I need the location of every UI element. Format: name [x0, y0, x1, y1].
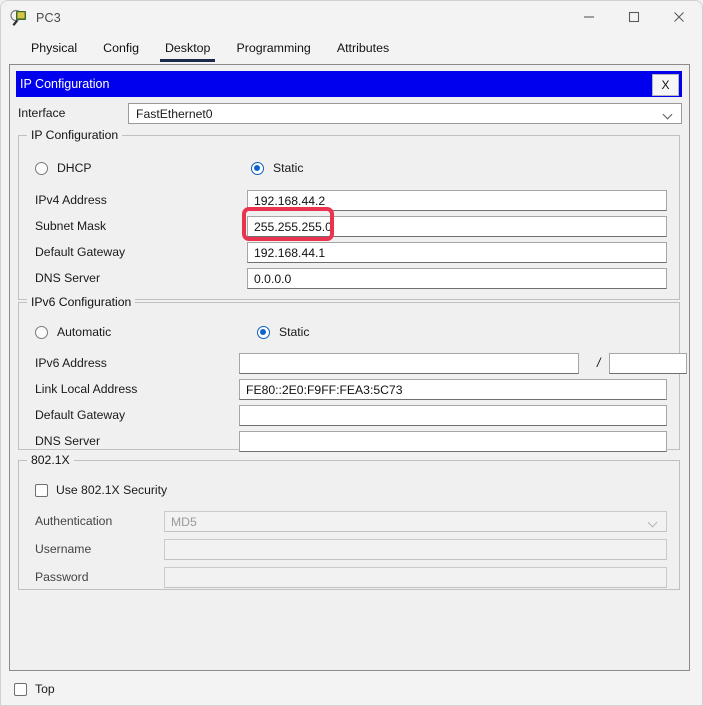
static-radio[interactable]: Static: [251, 161, 303, 175]
tab-config[interactable]: Config: [90, 38, 152, 62]
ipv4-dns-server-input[interactable]: 0.0.0.0: [247, 268, 667, 289]
packet-tracer-pc-icon: [10, 9, 28, 27]
password-row: Password: [19, 567, 679, 589]
dhcp-radio[interactable]: DHCP: [35, 161, 92, 175]
ipv6-default-gateway-label: Default Gateway: [35, 408, 125, 422]
tab-desktop[interactable]: Desktop: [152, 38, 223, 62]
ipv6-default-gateway-row: Default Gateway: [19, 405, 679, 427]
tab-physical[interactable]: Physical: [18, 38, 90, 62]
ipv6-static-label: Static: [279, 325, 309, 339]
ipv6-static-radio[interactable]: Static: [257, 325, 309, 339]
ipv4-default-gateway-value: 192.168.44.1: [254, 246, 325, 260]
ipv4-group-title: IP Configuration: [27, 128, 122, 142]
ipv6-dns-server-label: DNS Server: [35, 434, 100, 448]
username-row: Username: [19, 539, 679, 561]
chevron-down-icon: [664, 111, 673, 116]
ipv4-dns-server-row: DNS Server 0.0.0.0: [19, 268, 679, 290]
ipv6-configuration-group: IPv6 Configuration Automatic Static IPv6…: [18, 302, 680, 450]
authentication-label: Authentication: [35, 514, 112, 528]
ip-configuration-title: IP Configuration: [20, 77, 109, 91]
window-title: PC3: [36, 11, 61, 25]
static-label: Static: [273, 161, 303, 175]
password-label: Password: [35, 570, 89, 584]
authentication-row: Authentication MD5: [19, 511, 679, 533]
subnet-mask-row: Subnet Mask 255.255.255.0: [19, 216, 679, 238]
chevron-down-icon: [649, 519, 658, 524]
ipv6-address-label: IPv6 Address: [35, 356, 107, 370]
app-window: PC3 Physical Config Desktop Programming …: [0, 0, 703, 706]
ipv6-group-title: IPv6 Configuration: [27, 295, 135, 309]
ipv6-automatic-radio[interactable]: Automatic: [35, 325, 111, 339]
close-button[interactable]: [656, 1, 701, 33]
ipv4-default-gateway-row: Default Gateway 192.168.44.1: [19, 242, 679, 264]
ipv4-configuration-group: IP Configuration DHCP Static IPv4 Addres…: [18, 135, 680, 300]
username-label: Username: [35, 542, 91, 556]
ipv4-address-label: IPv4 Address: [35, 193, 107, 207]
ipv6-prefix-input[interactable]: [609, 353, 687, 374]
dialog-close-button[interactable]: X: [652, 74, 679, 96]
top-checkbox[interactable]: Top: [14, 682, 55, 696]
authentication-select[interactable]: MD5: [164, 511, 667, 532]
radio-circle-selected-icon: [257, 326, 270, 339]
interface-value: FastEthernet0: [136, 107, 213, 121]
minimize-button[interactable]: [566, 1, 611, 33]
authentication-value: MD5: [171, 515, 197, 529]
ipv4-default-gateway-input[interactable]: 192.168.44.1: [247, 242, 667, 263]
username-input[interactable]: [164, 539, 667, 560]
ipv6-default-gateway-input[interactable]: [239, 405, 667, 426]
ipv6-dns-server-row: DNS Server: [19, 431, 679, 453]
ipv4-dns-server-value: 0.0.0.0: [254, 272, 291, 286]
subnet-mask-label: Subnet Mask: [35, 219, 106, 233]
ipv4-address-row: IPv4 Address 192.168.44.2: [19, 190, 679, 212]
checkbox-icon: [14, 683, 27, 696]
ipv4-address-input[interactable]: 192.168.44.2: [247, 190, 667, 211]
checkbox-icon: [35, 484, 48, 497]
link-local-address-row: Link Local Address FE80::2E0:F9FF:FEA3:5…: [19, 379, 679, 401]
ipv4-address-value: 192.168.44.2: [254, 194, 325, 208]
radio-circle-selected-icon: [251, 162, 264, 175]
ipv6-automatic-label: Automatic: [57, 325, 111, 339]
tab-bar: Physical Config Desktop Programming Attr…: [1, 34, 702, 62]
ipv6-dns-server-input[interactable]: [239, 431, 667, 452]
subnet-mask-value: 255.255.255.0: [254, 220, 332, 234]
interface-row: Interface FastEthernet0: [16, 103, 682, 125]
subnet-mask-input[interactable]: 255.255.255.0: [247, 216, 667, 237]
link-local-address-value: FE80::2E0:F9FF:FEA3:5C73: [246, 383, 402, 397]
dot1x-group-title: 802.1X: [27, 453, 74, 467]
interface-select[interactable]: FastEthernet0: [128, 103, 682, 124]
window-controls: [566, 1, 701, 33]
ipv6-address-row: IPv6 Address /: [19, 353, 679, 375]
top-checkbox-label: Top: [35, 682, 55, 696]
dhcp-label: DHCP: [57, 161, 92, 175]
link-local-address-input[interactable]: FE80::2E0:F9FF:FEA3:5C73: [239, 379, 667, 400]
link-local-address-label: Link Local Address: [35, 382, 137, 396]
password-input[interactable]: [164, 567, 667, 588]
ipv4-dns-server-label: DNS Server: [35, 271, 100, 285]
ipv6-address-input[interactable]: [239, 353, 579, 374]
title-bar: PC3: [1, 1, 702, 34]
radio-circle-icon: [35, 326, 48, 339]
maximize-button[interactable]: [611, 1, 656, 33]
desktop-content-panel: IP Configuration X Interface FastEtherne…: [9, 64, 690, 671]
ip-configuration-header: IP Configuration X: [16, 71, 682, 97]
tab-attributes[interactable]: Attributes: [324, 38, 402, 62]
prefix-separator: /: [597, 356, 600, 370]
use-dot1x-security-label: Use 802.1X Security: [56, 483, 167, 497]
ipv4-default-gateway-label: Default Gateway: [35, 245, 125, 259]
tab-programming[interactable]: Programming: [223, 38, 323, 62]
use-dot1x-security-checkbox[interactable]: Use 802.1X Security: [35, 483, 167, 497]
interface-label: Interface: [18, 106, 65, 120]
radio-circle-icon: [35, 162, 48, 175]
dot1x-group: 802.1X Use 802.1X Security Authenticatio…: [18, 460, 680, 590]
